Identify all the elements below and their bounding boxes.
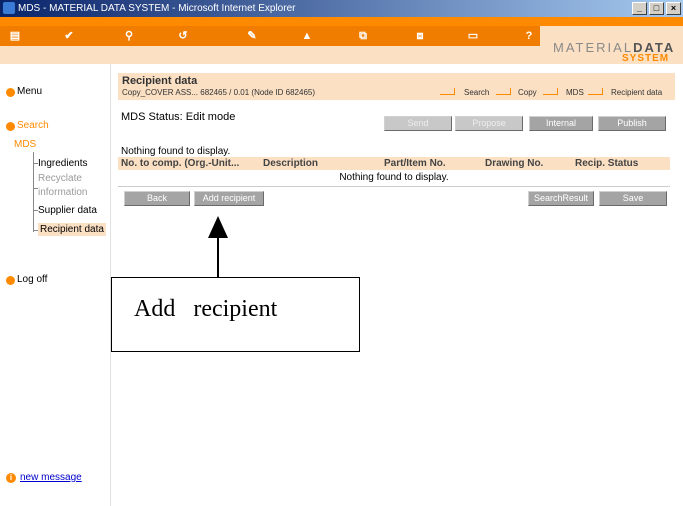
publish-button[interactable]: Publish (598, 116, 666, 131)
send-button[interactable]: Send (384, 116, 452, 131)
sidebar-item-logoff[interactable]: Log off (6, 273, 47, 287)
sidebar-item-supplier-data[interactable]: Supplier data (38, 204, 97, 217)
breadcrumb-arrow-icon (440, 88, 455, 95)
sidebar-item-search[interactable]: Search (6, 119, 49, 133)
new-message-link[interactable]: new message (20, 472, 82, 483)
column-header-part-item[interactable]: Part/Item No. (384, 157, 446, 170)
annotation-callout: Add recipient (111, 277, 360, 352)
column-header-drawing[interactable]: Drawing No. (485, 157, 543, 170)
mountain-icon[interactable]: ▲ (300, 29, 314, 43)
save-button[interactable]: Save (599, 191, 667, 206)
breadcrumb-search[interactable]: Search (464, 88, 489, 97)
bullet-icon (6, 87, 15, 97)
bullet-icon (6, 121, 15, 131)
toolbar-strip (0, 26, 540, 46)
toolbar-top-strip (0, 17, 683, 26)
copy-icon[interactable]: ⧉ (356, 29, 370, 43)
nothing-found-text: Nothing found to display. (121, 146, 231, 157)
paste-icon[interactable]: ⧈ (413, 29, 427, 43)
system-logo: SYSTEM (622, 53, 670, 64)
window-title: MDS - MATERIAL DATA SYSTEM - Microsoft I… (18, 3, 296, 14)
annotation-arrow-line (217, 230, 219, 278)
ie-icon (3, 2, 15, 14)
annotation-text: Add recipient (134, 296, 278, 322)
document-icon[interactable]: ▤ (8, 29, 22, 43)
search-result-button[interactable]: SearchResult (528, 191, 594, 206)
close-button[interactable]: × (666, 2, 681, 15)
sidebar-item-mds[interactable]: MDS (14, 138, 36, 152)
mds-status: MDS Status: Edit mode (121, 111, 236, 123)
back-icon[interactable]: ↺ (176, 29, 190, 43)
internal-button[interactable]: Internal (529, 116, 593, 131)
help-icon[interactable]: ? (522, 29, 536, 43)
sidebar-item-ingredients[interactable]: Ingredients (38, 157, 87, 170)
check-icon[interactable]: ✔ (62, 29, 76, 43)
sidebar-item-menu[interactable]: Menu (6, 85, 42, 99)
page-subtitle: Copy_COVER ASS... 682465 / 0.01 (Node ID… (122, 88, 316, 97)
tree-line (33, 152, 34, 232)
breadcrumb-arrow-icon (543, 88, 558, 95)
sidebar-item-recyclate[interactable]: Recyclate (38, 172, 82, 185)
table-empty-message: Nothing found to display. (339, 172, 449, 183)
breadcrumb-mds[interactable]: MDS (566, 88, 584, 97)
sidebar-item-recipient-data[interactable]: Recipient data (38, 223, 106, 236)
propose-button[interactable]: Propose (455, 116, 523, 131)
breadcrumb-copy[interactable]: Copy (518, 88, 537, 97)
print-icon[interactable]: ▭ (466, 29, 480, 43)
maximize-button[interactable]: □ (649, 2, 664, 15)
back-button[interactable]: Back (124, 191, 190, 206)
info-icon: i (6, 472, 16, 483)
table-header: No. to comp. (Org.-Unit... Description P… (118, 157, 670, 170)
bullet-icon (6, 275, 15, 285)
pen-icon[interactable]: ✎ (245, 29, 259, 43)
add-recipient-button[interactable]: Add recipient (194, 191, 264, 206)
column-header-description[interactable]: Description (263, 157, 318, 170)
sidebar-item-information[interactable]: information (38, 186, 87, 199)
window-titlebar: MDS - MATERIAL DATA SYSTEM - Microsoft I… (0, 0, 683, 17)
breadcrumb-arrow-icon (496, 88, 511, 95)
breadcrumb-arrow-icon (588, 88, 603, 95)
column-header-recip-status[interactable]: Recip. Status (575, 157, 638, 170)
minimize-button[interactable]: _ (632, 2, 647, 15)
page-title: Recipient data (122, 75, 198, 87)
search-icon[interactable]: ⚲ (122, 29, 136, 43)
column-header-no[interactable]: No. to comp. (Org.-Unit... (121, 157, 239, 170)
new-message[interactable]: i new message (6, 472, 82, 483)
divider (118, 186, 670, 187)
breadcrumb-recipient-data[interactable]: Recipient data (611, 88, 662, 97)
